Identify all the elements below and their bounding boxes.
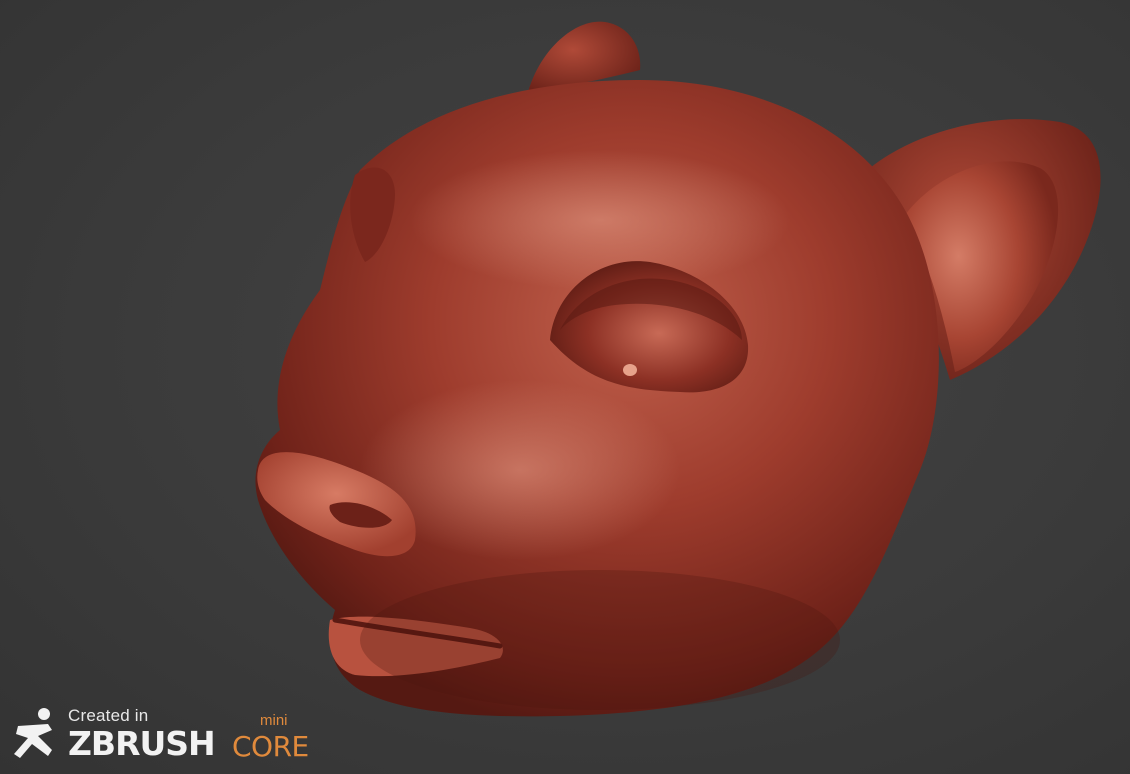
- created-in-label: Created in: [68, 706, 149, 725]
- eye-tear: [623, 364, 637, 376]
- viewport-canvas[interactable]: Created in ZBRUSH CORE mini: [0, 0, 1130, 774]
- zbrushcore-watermark: Created in ZBRUSH CORE mini: [8, 706, 309, 768]
- brow-highlight: [410, 150, 790, 290]
- sculpted-model: [255, 21, 1101, 717]
- core-brand-text: CORE: [232, 730, 309, 763]
- mini-brand-text: mini: [260, 712, 288, 729]
- zbrush-figure-icon: [14, 708, 52, 758]
- zbrush-brand-text: ZBRUSH: [68, 724, 216, 763]
- chin-shadow: [360, 570, 840, 710]
